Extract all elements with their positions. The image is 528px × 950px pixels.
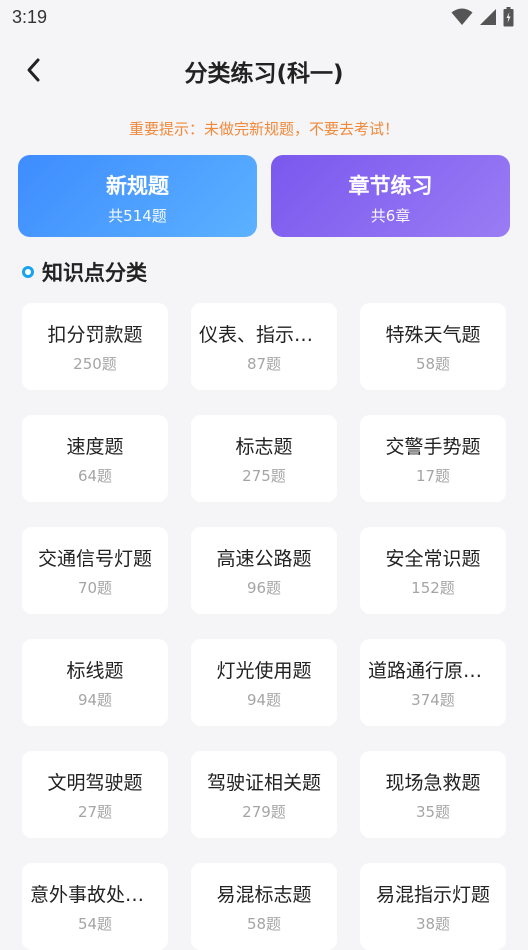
category-count: 17题 <box>415 467 451 485</box>
category-count: 64题 <box>77 467 113 485</box>
chapter-practice-card[interactable]: 章节练习 共6章 <box>271 155 510 237</box>
cellular-signal-icon <box>480 9 496 25</box>
chapter-practice-title: 章节练习 <box>348 174 433 198</box>
wifi-icon <box>451 8 473 25</box>
category-tile[interactable]: 仪表、指示灯题 87题 <box>191 303 337 390</box>
category-count: 250题 <box>73 355 117 373</box>
category-name: 道路通行原则题 <box>368 660 498 682</box>
nav-bar: 分类练习(科一) <box>0 40 528 98</box>
battery-icon <box>503 7 514 27</box>
category-tile[interactable]: 安全常识题 152题 <box>360 527 506 614</box>
new-rules-count: 共514题 <box>108 207 167 225</box>
category-count: 38题 <box>415 915 451 933</box>
category-count: 70题 <box>77 579 113 597</box>
category-count: 152题 <box>411 579 455 597</box>
category-name: 意外事故处理题 <box>30 884 160 906</box>
category-tile[interactable]: 交通信号灯题 70题 <box>22 527 168 614</box>
category-tile[interactable]: 驾驶证相关题 279题 <box>191 751 337 838</box>
category-count: 54题 <box>77 915 113 933</box>
category-tile[interactable]: 特殊天气题 58题 <box>360 303 506 390</box>
new-rules-card[interactable]: 新规题 共514题 <box>18 155 257 237</box>
category-count: 87题 <box>246 355 282 373</box>
category-count: 58题 <box>246 915 282 933</box>
section-header: 知识点分类 <box>22 257 147 287</box>
category-name: 交警手势题 <box>385 436 481 458</box>
category-name: 标线题 <box>66 660 124 682</box>
category-count: 96题 <box>246 579 282 597</box>
category-tile[interactable]: 现场急救题 35题 <box>360 751 506 838</box>
category-name: 文明驾驶题 <box>47 772 143 794</box>
category-count: 58题 <box>415 355 451 373</box>
category-name: 仪表、指示灯题 <box>199 324 329 346</box>
new-rules-title: 新规题 <box>106 174 169 198</box>
status-icons <box>451 7 514 27</box>
category-tile[interactable]: 易混指示灯题 38题 <box>360 863 506 950</box>
category-name: 交通信号灯题 <box>37 548 152 570</box>
category-tile[interactable]: 交警手势题 17题 <box>360 415 506 502</box>
category-name: 特殊天气题 <box>385 324 481 346</box>
category-count: 94题 <box>77 691 113 709</box>
category-name: 易混指示灯题 <box>375 884 490 906</box>
category-tile[interactable]: 意外事故处理题 54题 <box>22 863 168 950</box>
category-tile[interactable]: 标线题 94题 <box>22 639 168 726</box>
category-tile[interactable]: 灯光使用题 94题 <box>191 639 337 726</box>
category-count: 279题 <box>242 803 286 821</box>
category-name: 扣分罚款题 <box>47 324 143 346</box>
circle-dot-icon <box>22 266 34 278</box>
section-title: 知识点分类 <box>42 261 147 285</box>
category-count: 27题 <box>77 803 113 821</box>
warning-notice: 重要提示：未做完新规题，不要去考试！ <box>128 120 399 138</box>
category-count: 94题 <box>246 691 282 709</box>
status-time: 3:19 <box>12 6 48 27</box>
category-count: 35题 <box>415 803 451 821</box>
category-tile[interactable]: 标志题 275题 <box>191 415 337 502</box>
category-tile[interactable]: 道路通行原则题 374题 <box>360 639 506 726</box>
category-tile[interactable]: 速度题 64题 <box>22 415 168 502</box>
category-name: 驾驶证相关题 <box>206 772 321 794</box>
category-count: 275题 <box>242 467 286 485</box>
category-tile[interactable]: 扣分罚款题 250题 <box>22 303 168 390</box>
category-tile[interactable]: 易混标志题 58题 <box>191 863 337 950</box>
category-name: 速度题 <box>66 436 124 458</box>
chapter-practice-count: 共6章 <box>370 207 411 225</box>
category-name: 易混标志题 <box>216 884 312 906</box>
category-name: 安全常识题 <box>385 548 481 570</box>
category-name: 现场急救题 <box>385 772 481 794</box>
category-name: 高速公路题 <box>216 548 312 570</box>
category-name: 灯光使用题 <box>216 660 312 682</box>
category-tile[interactable]: 高速公路题 96题 <box>191 527 337 614</box>
category-name: 标志题 <box>235 436 293 458</box>
category-tile[interactable]: 文明驾驶题 27题 <box>22 751 168 838</box>
page-title: 分类练习(科一) <box>184 61 344 87</box>
category-count: 374题 <box>411 691 455 709</box>
status-bar: 3:19 <box>0 0 528 34</box>
